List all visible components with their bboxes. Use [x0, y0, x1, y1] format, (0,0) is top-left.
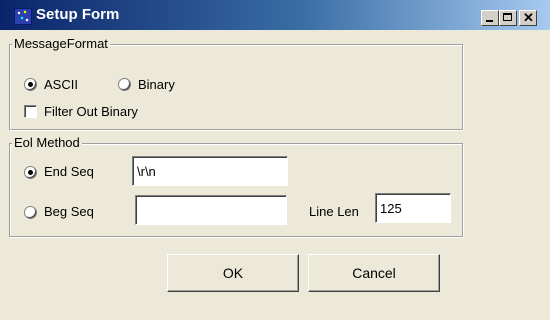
eol-method-group: Eol Method End Seq Beg Seq Line Len	[9, 135, 463, 237]
filter-out-binary-checkbox[interactable]	[24, 105, 37, 118]
ok-button[interactable]: OK	[167, 254, 299, 292]
ascii-radio[interactable]	[24, 78, 37, 91]
beg-seq-input[interactable]	[135, 195, 287, 225]
filter-out-binary-label[interactable]: Filter Out Binary	[44, 104, 138, 120]
line-len-input[interactable]	[375, 193, 451, 223]
end-seq-label[interactable]: End Seq	[44, 164, 94, 180]
title-bar[interactable]: Setup Form	[0, 0, 550, 30]
minimize-icon[interactable]	[481, 10, 499, 26]
ascii-label[interactable]: ASCII	[44, 77, 78, 93]
end-seq-radio[interactable]	[24, 166, 37, 179]
line-len-label: Line Len	[309, 204, 359, 219]
beg-seq-radio[interactable]	[24, 206, 37, 219]
beg-seq-label[interactable]: Beg Seq	[44, 204, 94, 220]
close-icon[interactable]	[519, 10, 537, 26]
eol-method-legend: Eol Method	[12, 135, 82, 151]
binary-radio[interactable]	[118, 78, 131, 91]
binary-label[interactable]: Binary	[138, 77, 175, 93]
message-format-group: MessageFormat ASCII Binary Filter Out Bi…	[9, 36, 463, 130]
window-title: Setup Form	[36, 6, 120, 23]
end-seq-input[interactable]	[132, 156, 288, 186]
cancel-button[interactable]: Cancel	[308, 254, 440, 292]
message-format-legend: MessageFormat	[12, 36, 110, 52]
app-icon[interactable]	[14, 8, 32, 25]
maximize-icon[interactable]	[499, 10, 517, 26]
